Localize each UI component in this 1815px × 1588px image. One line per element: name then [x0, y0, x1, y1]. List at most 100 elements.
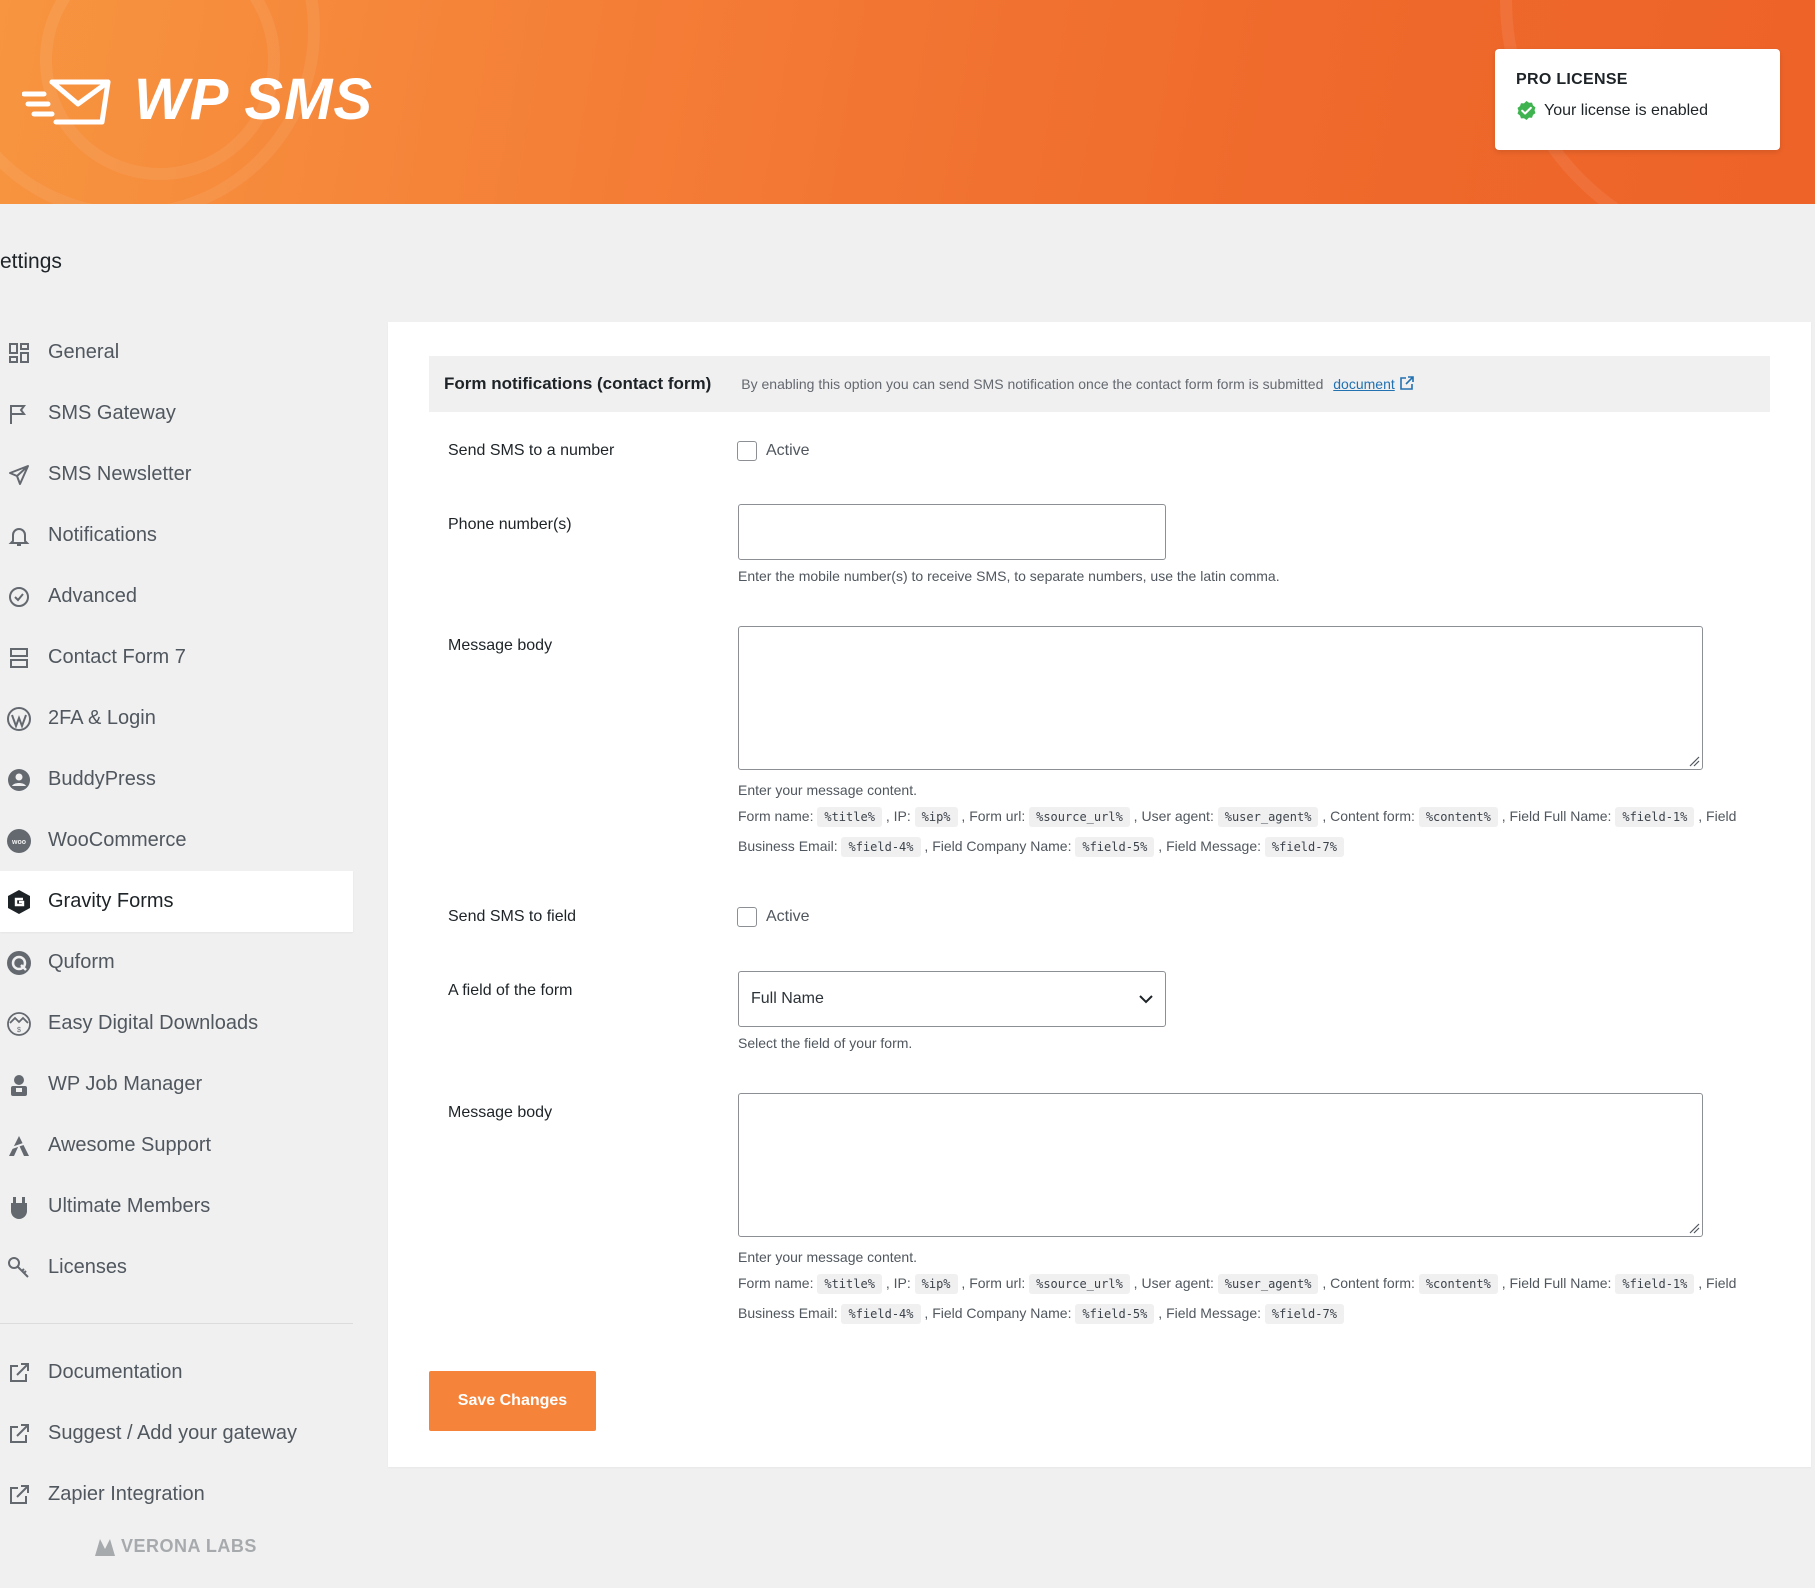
document-link[interactable]: document: [1333, 376, 1414, 392]
paper-plane-icon: [4, 460, 34, 490]
sidebar-item-awesome-support[interactable]: Awesome Support: [0, 1115, 353, 1176]
message-variables-2: Form name: %title% , IP: %ip% , Form url…: [738, 1269, 1738, 1329]
sidebar-item-sms-gateway[interactable]: SMS Gateway: [0, 383, 353, 444]
license-status-text: Your license is enabled: [1544, 101, 1708, 119]
form-icon: [4, 643, 34, 673]
verona-labs-text: VERONA LABS: [121, 1536, 257, 1556]
var-code: %ip%: [914, 807, 958, 827]
sidebar-link-label: Zapier Integration: [48, 1483, 205, 1505]
send-to-number-option: Active: [737, 441, 810, 461]
send-to-number-label: Send SMS to a number: [448, 442, 615, 459]
var-label: IP:: [893, 1275, 911, 1291]
send-to-field-checkbox[interactable]: [737, 907, 757, 927]
sidebar-item-label: Quform: [48, 951, 115, 973]
send-to-number-checkbox[interactable]: [737, 441, 757, 461]
sidebar-item-buddypress[interactable]: BuddyPress: [0, 749, 353, 810]
sidebar-link-suggest-gateway[interactable]: Suggest / Add your gateway: [0, 1403, 353, 1464]
active-label: Active: [766, 442, 810, 459]
var-code: %user_agent%: [1217, 807, 1319, 827]
document-link-text: document: [1333, 376, 1395, 392]
plugin-header: WP SMS PRO LICENSE Your license is enabl…: [0, 0, 1815, 204]
resize-handle-icon[interactable]: [1688, 755, 1700, 767]
message-body-textarea-2[interactable]: [738, 1093, 1703, 1237]
message-body-textarea[interactable]: [738, 626, 1703, 770]
sidebar-item-label: Ultimate Members: [48, 1195, 211, 1217]
var-code: %field-5%: [1075, 837, 1155, 857]
woocommerce-icon: woo: [4, 826, 34, 856]
external-link-icon: [1399, 376, 1414, 390]
check-circle-icon: [1517, 100, 1536, 121]
sidebar-item-gravity-forms[interactable]: Gravity Forms: [0, 871, 353, 932]
gravity-forms-icon: [4, 887, 34, 917]
wp-sms-logo: WP SMS: [22, 66, 373, 133]
sidebar-item-advanced[interactable]: Advanced: [0, 566, 353, 627]
resize-handle-icon[interactable]: [1688, 1222, 1700, 1234]
buddypress-icon: [4, 765, 34, 795]
sidebar-item-contact-form-7[interactable]: Contact Form 7: [0, 627, 353, 688]
external-link-icon: [4, 1419, 34, 1449]
brand-name: WP SMS: [134, 67, 374, 132]
sidebar-item-label: SMS Newsletter: [48, 463, 192, 485]
job-manager-icon: [4, 1070, 34, 1100]
sidebar-item-2fa-login[interactable]: 2FA & Login: [0, 688, 353, 749]
form-field-selected: Full Name: [751, 990, 824, 1007]
sidebar-item-sms-newsletter[interactable]: SMS Newsletter: [0, 444, 353, 505]
form-field-select[interactable]: Full Name: [738, 971, 1166, 1027]
var-label: IP:: [893, 808, 911, 824]
awesome-support-icon: [4, 1131, 34, 1161]
external-link-icon: [4, 1480, 34, 1510]
var-code: %title%: [817, 1274, 882, 1294]
message-body-help: Enter your message content.: [738, 782, 917, 798]
svg-text:woo: woo: [11, 839, 26, 846]
section-description: By enabling this option you can send SMS…: [741, 376, 1414, 392]
var-code: %field-5%: [1075, 1304, 1155, 1324]
license-title: PRO LICENSE: [1516, 71, 1628, 88]
sidebar-item-label: WooCommerce: [48, 829, 187, 851]
var-label: Form url:: [969, 1275, 1026, 1291]
var-label: Field Company Name:: [932, 838, 1072, 854]
phone-numbers-input[interactable]: [738, 504, 1166, 560]
sidebar-item-label: Licenses: [48, 1256, 127, 1278]
key-icon: [4, 1253, 34, 1283]
var-code: %content%: [1418, 807, 1498, 827]
var-code: %source_url%: [1029, 807, 1130, 827]
section-title: Form notifications (contact form): [444, 374, 712, 393]
bell-icon: [4, 521, 34, 551]
license-card: PRO LICENSE Your license is enabled: [1495, 49, 1780, 150]
message-body-label-2: Message body: [448, 1104, 553, 1121]
sidebar-item-label: SMS Gateway: [48, 402, 176, 424]
message-body-label: Message body: [448, 637, 553, 654]
sidebar-item-general[interactable]: General: [0, 322, 353, 383]
sidebar-item-label: Awesome Support: [48, 1134, 212, 1156]
var-label: Field Message:: [1166, 1305, 1261, 1321]
sidebar-item-quform[interactable]: Quform: [0, 932, 353, 993]
section-description-text: By enabling this option you can send SMS…: [741, 376, 1324, 392]
sidebar-item-label: Contact Form 7: [48, 646, 186, 668]
active-label: Active: [766, 908, 810, 925]
sidebar-item-notifications[interactable]: Notifications: [0, 505, 353, 566]
sidebar-link-documentation[interactable]: Documentation: [0, 1342, 353, 1403]
var-label: Form name:: [738, 808, 814, 824]
sidebar-item-easy-digital-downloads[interactable]: $ Easy Digital Downloads: [0, 993, 353, 1054]
envelope-logo-icon: [22, 79, 111, 124]
sidebar-item-label: Advanced: [48, 585, 137, 607]
phone-numbers-label: Phone number(s): [448, 516, 572, 533]
save-changes-button[interactable]: Save Changes: [429, 1371, 596, 1431]
sidebar-link-label: Suggest / Add your gateway: [48, 1422, 298, 1444]
sidebar-item-wp-job-manager[interactable]: WP Job Manager: [0, 1054, 353, 1115]
sidebar-item-woocommerce[interactable]: woo WooCommerce: [0, 810, 353, 871]
var-code: %source_url%: [1029, 1274, 1130, 1294]
sidebar-link-label: Documentation: [48, 1361, 183, 1383]
sidebar-item-licenses[interactable]: Licenses: [0, 1237, 353, 1298]
verona-labs-icon: [95, 1538, 115, 1556]
sidebar-link-zapier[interactable]: Zapier Integration: [0, 1464, 353, 1525]
var-code: %field-1%: [1615, 807, 1695, 827]
var-code: %ip%: [914, 1274, 958, 1294]
var-code: %user_agent%: [1217, 1274, 1319, 1294]
sidebar-item-ultimate-members[interactable]: Ultimate Members: [0, 1176, 353, 1237]
var-code: %field-4%: [841, 837, 921, 857]
chevron-down-icon: [1139, 995, 1153, 1004]
sidebar-item-label: BuddyPress: [48, 768, 156, 790]
var-code: %field-1%: [1615, 1274, 1695, 1294]
sidebar-item-label: Easy Digital Downloads: [48, 1012, 259, 1034]
